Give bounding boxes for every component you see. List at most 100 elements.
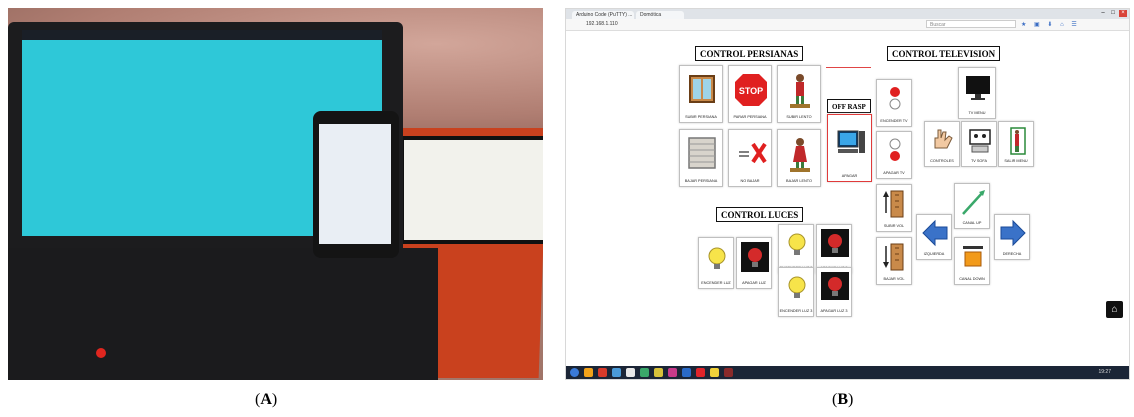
card-apagar-tv[interactable]: APAGAR TV — [876, 131, 912, 179]
search-input[interactable]: Buscar — [926, 20, 1016, 28]
hand-icon — [934, 129, 953, 149]
divider-line — [826, 67, 871, 68]
card-encender-luz[interactable]: ENCENDER LUZ — [698, 237, 734, 289]
card-label: APAGAR TV — [883, 171, 905, 175]
card-label: SUBIR LENTO — [786, 115, 812, 119]
card-no-bajar[interactable]: NO BAJAR — [728, 129, 772, 187]
laptop-keyboard — [8, 248, 438, 380]
bulb-off-icon — [741, 242, 769, 272]
card-label: BAJAR LENTO — [786, 179, 812, 183]
close-icon[interactable]: × — [1119, 10, 1127, 17]
taskbar-app-icon[interactable] — [598, 368, 607, 377]
orange-square-icon — [963, 246, 983, 267]
browser-tab-2[interactable]: Domótica — [636, 11, 684, 19]
card-label: DERECHA — [1002, 252, 1022, 256]
header-control-persianas: CONTROL PERSIANAS — [695, 46, 804, 61]
trend-up-icon — [962, 190, 985, 215]
laptop-screen-titlebar — [22, 30, 382, 40]
bulb-off-icon — [821, 229, 849, 257]
start-icon[interactable] — [570, 368, 579, 377]
person-down-icon — [790, 138, 810, 172]
card-izquierda[interactable]: IZQUIERDA — [916, 214, 952, 260]
arrow-right-icon — [1000, 219, 1026, 247]
caption-a: (A) — [255, 391, 277, 409]
volume-up-icon — [883, 190, 904, 218]
card-label: SUBIR PERSIANA — [685, 115, 717, 119]
maximize-icon[interactable]: □ — [1109, 10, 1117, 17]
card-apagar-rasp[interactable]: APAGAR — [827, 114, 872, 182]
card-derecha[interactable]: DERECHA — [994, 214, 1030, 260]
exit-door-icon — [1010, 127, 1026, 155]
stop-sign-icon: STOP — [735, 74, 767, 106]
power-off-icon — [889, 138, 901, 161]
computer-icon — [837, 130, 865, 153]
taskbar-app-icon[interactable] — [612, 368, 621, 377]
tablet-screen — [400, 136, 543, 244]
card-canal-up[interactable]: CANAL UP — [954, 183, 990, 229]
caption-b: (B) — [832, 391, 853, 409]
svg-text:STOP: STOP — [739, 86, 763, 96]
system-tray-clock[interactable]: 19:27 — [1098, 369, 1111, 375]
card-label: ENCENDER TV — [880, 119, 908, 123]
screenshot-panel-b: Arduino Code (PuTTY) ... Domótica – □ × … — [565, 8, 1130, 380]
photo-panel-a — [8, 8, 543, 380]
browser-toolbar-icons[interactable]: ★ ▣ ⬇ ⌂ ☰ — [1021, 21, 1080, 28]
card-encender-tv[interactable]: ENCENDER TV — [876, 79, 912, 127]
card-label: APAGAR LUZ — [742, 281, 766, 285]
card-label: IZQUIERDA — [923, 252, 945, 256]
shutter-icon — [688, 137, 716, 169]
minimize-icon[interactable]: – — [1099, 10, 1107, 17]
bulb-on-icon — [788, 276, 806, 298]
card-subir-persiana[interactable]: SUBIR PERSIANA — [679, 65, 723, 123]
taskbar-app-icon[interactable] — [654, 368, 663, 377]
taskbar-app-icon[interactable] — [626, 368, 635, 377]
header-control-television: CONTROL TELEVISION — [887, 46, 1001, 61]
card-label: ENCENDER LUZ 3 — [779, 309, 813, 313]
card-bajar-vol[interactable]: BAJAR VOL — [876, 237, 912, 285]
sofa-icon — [969, 129, 991, 153]
card-label: BAJAR PERSIANA — [684, 179, 718, 183]
taskbar-app-icon[interactable] — [640, 368, 649, 377]
card-label: SALIR MENU — [1004, 159, 1028, 163]
card-label: PARAR PERSIANA — [733, 115, 767, 119]
card-label: CANAL DOWN — [959, 277, 985, 281]
card-bajar-persiana[interactable]: BAJAR PERSIANA — [679, 129, 723, 187]
card-tv-menu[interactable]: TV MENU — [958, 67, 996, 119]
card-canal-down[interactable]: CANAL DOWN — [954, 237, 990, 285]
card-label: CONTROLES — [930, 159, 954, 163]
card-salir-menu[interactable]: SALIR MENU — [998, 121, 1034, 167]
card-label: APAGAR — [841, 174, 858, 178]
caption-b-close: ) — [848, 391, 854, 408]
cross-icon — [739, 142, 767, 164]
card-label: SUBIR VOL — [883, 224, 905, 228]
card-label: BAJAR VOL — [883, 277, 905, 281]
card-apagar-luz-3[interactable]: APAGAR LUZ 3 — [816, 267, 852, 317]
window-icon — [689, 75, 715, 103]
taskbar-app-icon[interactable] — [668, 368, 677, 377]
card-parar-persiana[interactable]: STOP PARAR PERSIANA — [728, 65, 772, 123]
card-apagar-luz[interactable]: APAGAR LUZ — [736, 237, 772, 289]
bulb-on-icon — [788, 233, 806, 255]
browser-tab-1[interactable]: Arduino Code (PuTTY) ... — [572, 11, 634, 19]
taskbar-app-icon[interactable] — [724, 368, 733, 377]
card-subir-lento[interactable]: SUBIR LENTO — [777, 65, 821, 123]
windows-taskbar: 19:27 — [566, 366, 1129, 379]
monitor-icon — [966, 76, 990, 100]
home-icon[interactable]: ⌂ — [1106, 301, 1123, 318]
bulb-off-icon — [821, 272, 849, 300]
card-controles[interactable]: CONTROLES — [924, 121, 960, 167]
card-subir-vol[interactable]: SUBIR VOL — [876, 184, 912, 232]
card-label: TV MENU — [968, 111, 986, 115]
url-field[interactable]: 192.168.1.110 — [586, 21, 618, 27]
taskbar-app-icon[interactable] — [696, 368, 705, 377]
caption-a-letter: A — [260, 391, 272, 408]
taskbar-app-icon[interactable] — [682, 368, 691, 377]
card-tv-sofa[interactable]: TV SOFA — [961, 121, 997, 167]
taskbar-app-icon[interactable] — [710, 368, 719, 377]
person-up-icon — [790, 74, 810, 108]
card-encender-luz-3[interactable]: ENCENDER LUZ 3 — [778, 267, 814, 317]
card-label: CANAL UP — [962, 221, 982, 225]
card-bajar-lento[interactable]: BAJAR LENTO — [777, 129, 821, 187]
taskbar-app-icon[interactable] — [584, 368, 593, 377]
browser-tabbar: Arduino Code (PuTTY) ... Domótica – □ × — [566, 9, 1129, 19]
